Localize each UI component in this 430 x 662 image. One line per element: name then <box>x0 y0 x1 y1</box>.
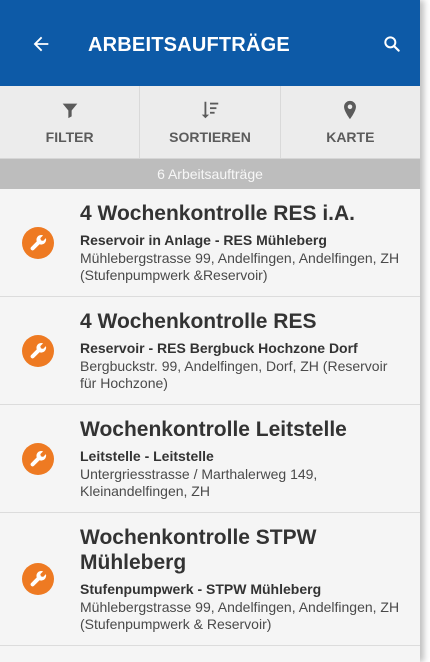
order-list: 4 Wochenkontrolle RES i.A. Reservoir in … <box>0 189 420 646</box>
filter-label: FILTER <box>45 129 94 145</box>
map-button[interactable]: KARTE <box>281 86 420 158</box>
wrench-icon <box>22 563 54 595</box>
order-subtitle: Leitstelle - Leitstelle <box>80 448 214 464</box>
order-list-item[interactable]: Wochenkontrolle Leitstelle Leitstelle - … <box>0 405 420 513</box>
filter-button[interactable]: FILTER <box>0 86 141 158</box>
action-toolbar: FILTER SORTIEREN KARTE <box>0 86 420 159</box>
sort-icon <box>201 101 219 119</box>
sort-button[interactable]: SORTIEREN <box>140 86 281 158</box>
app-screen: ARBEITSAUFTRÄGE FILTER SORTIEREN KARTE 6… <box>0 0 420 662</box>
order-list-item[interactable]: Wochenkontrolle STPW Mühleberg Stufenpum… <box>0 513 420 646</box>
order-subtitle: Stufenpumpwerk - STPW Mühleberg <box>80 581 322 597</box>
app-bar: ARBEITSAUFTRÄGE <box>0 0 420 86</box>
order-title: Wochenkontrolle STPW Mühleberg <box>80 526 317 574</box>
order-subtitle: Reservoir - RES Bergbuck Hochzone Dorf <box>80 340 358 356</box>
order-address: Mühlebergstrasse 99, Andelfingen, Andelf… <box>80 599 400 632</box>
map-label: KARTE <box>326 129 375 145</box>
search-icon[interactable] <box>382 34 402 54</box>
order-address: Bergbuckstr. 99, Andelfingen, Dorf, ZH (… <box>80 358 388 391</box>
order-address: Mühlebergstrasse 99, Andelfingen, Andelf… <box>80 250 400 283</box>
order-list-item[interactable]: 4 Wochenkontrolle RES i.A. Reservoir in … <box>0 189 420 297</box>
order-address: Untergriesstrasse / Marthalerweg 149, Kl… <box>80 466 318 499</box>
order-list-item[interactable]: 4 Wochenkontrolle RES Reservoir - RES Be… <box>0 297 420 405</box>
order-title: Wochenkontrolle Leitstelle <box>80 418 347 441</box>
order-count: 6 Arbeitsaufträge <box>0 159 420 189</box>
wrench-icon <box>22 226 54 259</box>
sort-label: SORTIEREN <box>169 129 251 145</box>
page-title: ARBEITSAUFTRÄGE <box>88 34 290 56</box>
map-pin-icon <box>344 100 357 120</box>
wrench-icon <box>22 442 54 475</box>
arrow-left-icon[interactable] <box>30 33 52 55</box>
filter-icon <box>62 103 77 119</box>
order-title: 4 Wochenkontrolle RES <box>80 310 317 333</box>
order-subtitle: Reservoir in Anlage - RES Mühleberg <box>80 232 327 248</box>
order-title: 4 Wochenkontrolle RES i.A. <box>80 202 355 225</box>
wrench-icon <box>22 334 54 367</box>
